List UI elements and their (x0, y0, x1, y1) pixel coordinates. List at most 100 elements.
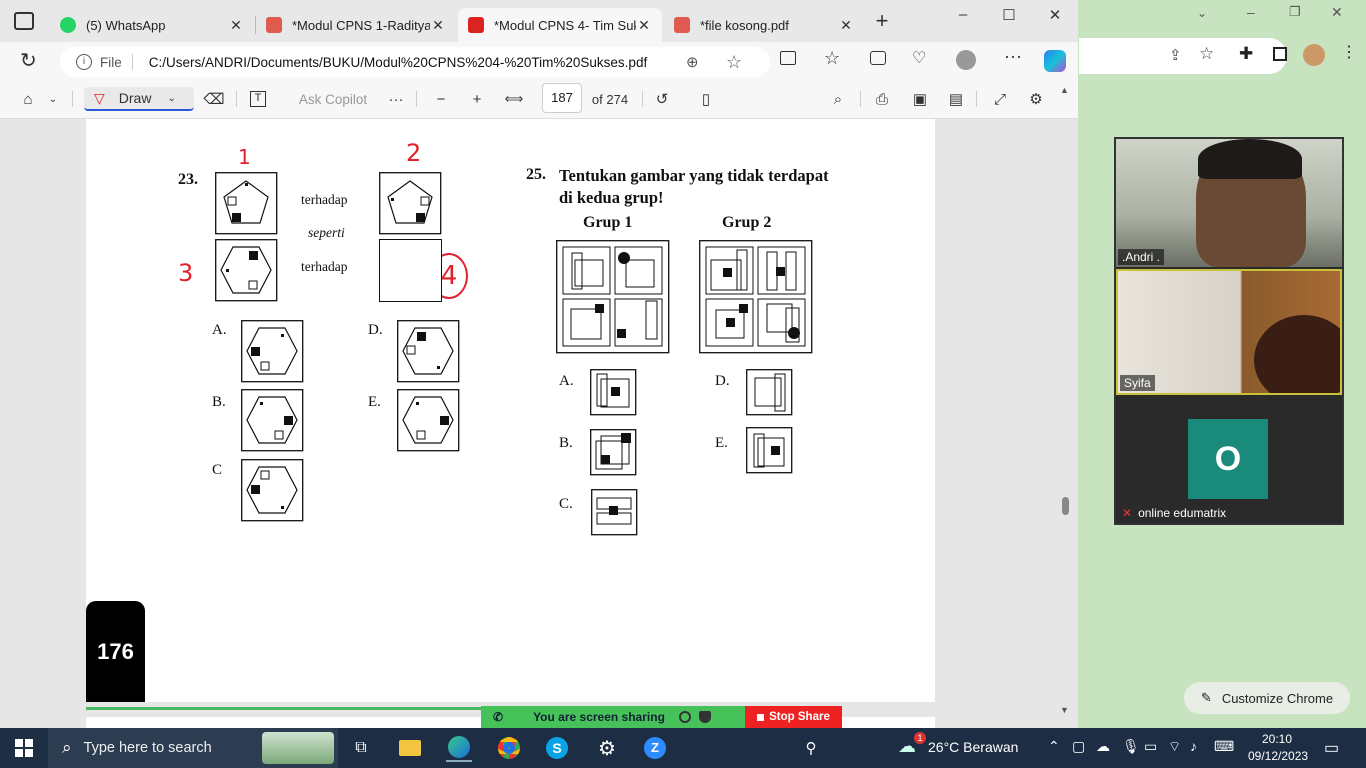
maximize-button[interactable]: ☐ (986, 6, 1032, 28)
page-number-input[interactable]: 187 (542, 83, 582, 113)
extensions-icon[interactable]: ✚ (1239, 44, 1253, 64)
language-icon[interactable]: ⌨ (1214, 738, 1234, 755)
pdf-viewer[interactable]: 23. 1 2 3 4 terhadap seperti terhadap A. (0, 119, 1078, 728)
minimize-button[interactable]: – (940, 6, 986, 28)
option-23-d-figure[interactable] (397, 320, 460, 383)
share-icon[interactable]: ⇪ (1169, 46, 1182, 64)
zoom-in-icon[interactable]: + (468, 87, 486, 111)
restore-button[interactable]: ❐ (1289, 4, 1301, 20)
page-view-icon[interactable]: ▯ (696, 87, 716, 111)
highlight-icon[interactable]: ⌂ (18, 87, 38, 111)
minimize-button[interactable]: – (1247, 4, 1255, 20)
address-bar[interactable]: i File C:/Users/ANDRI/Documents/BUKU/Mod… (60, 47, 770, 77)
wifi-icon[interactable]: ⌔ (1168, 738, 1181, 756)
file-explorer-icon[interactable] (397, 736, 423, 760)
close-window-button[interactable]: ✕ (1032, 6, 1078, 28)
info-icon: i (76, 54, 92, 70)
rotate-icon[interactable]: ↺ (652, 87, 672, 111)
tab-modul-cpns-1[interactable]: *Modul CPNS 1-Raditya P ✕ (256, 8, 456, 42)
minimize-button[interactable]: ⌄ (1197, 6, 1207, 20)
people-icon[interactable]: ⚲ (798, 736, 824, 760)
save-icon[interactable]: ▣ (910, 87, 930, 111)
task-view-icon[interactable]: ⧉ (348, 736, 374, 760)
microphone-icon[interactable]: 🎙 (1122, 738, 1140, 755)
option-25-d-figure[interactable] (746, 369, 793, 416)
favorites-icon[interactable]: ☆ (824, 48, 840, 69)
option-23-b-figure[interactable] (241, 389, 304, 452)
close-icon[interactable]: ✕ (430, 17, 446, 34)
edge-icon[interactable] (446, 734, 472, 762)
eraser-icon[interactable]: ⌫ (203, 87, 224, 111)
text-box-icon[interactable]: T (248, 87, 268, 111)
tab-whatsapp[interactable]: (5) WhatsApp ✕ (50, 8, 254, 42)
side-panel-icon[interactable] (1273, 47, 1287, 61)
page-number-badge: 176 (86, 601, 145, 702)
windows-start-icon[interactable] (12, 736, 36, 760)
scroll-up-arrow[interactable]: ▲ (1060, 85, 1069, 95)
participant-tile-syifa[interactable]: Syifa (1116, 269, 1342, 395)
chrome-icon[interactable] (496, 736, 522, 760)
address-bar[interactable] (1079, 38, 1287, 74)
tab-modul-cpns-4[interactable]: *Modul CPNS 4- Tim Suks ✕ (458, 8, 662, 42)
search-icon[interactable]: ⌕ (828, 87, 848, 111)
vertical-scrollbar[interactable]: ▲ ▼ (1058, 83, 1074, 723)
weather-widget[interactable]: ☁ 1 26°C Berawan (898, 732, 1018, 757)
chevron-down-icon[interactable]: ⌄ (46, 87, 60, 111)
zoom-app-icon[interactable]: Z (642, 736, 668, 760)
more-tools-icon[interactable]: ··· (386, 87, 406, 111)
favorite-star-icon[interactable]: ☆ (1199, 44, 1214, 64)
volume-icon[interactable]: ♪ (1190, 738, 1197, 754)
option-25-c-figure[interactable] (591, 489, 638, 536)
tab-actions-icon[interactable] (14, 12, 34, 30)
pdf-page: 23. 1 2 3 4 terhadap seperti terhadap A. (86, 119, 935, 702)
question-25-text-line2: di kedua grup! (559, 188, 664, 207)
ask-copilot-button[interactable]: Ask Copilot (296, 87, 370, 111)
battery-icon[interactable]: ▭ (1144, 738, 1157, 755)
draw-button[interactable]: ▽ Draw ⌄ (84, 87, 194, 111)
refresh-icon[interactable]: ↻ (20, 48, 37, 73)
favorite-star-icon[interactable]: ☆ (726, 52, 742, 73)
new-tab-button[interactable]: + (870, 10, 894, 34)
more-menu-icon[interactable]: ··· (1004, 46, 1022, 67)
settings-gear-icon[interactable]: ⚙ (594, 736, 620, 760)
chevron-up-icon[interactable]: ⌃ (1048, 738, 1060, 755)
tab-file-kosong[interactable]: *file kosong.pdf ✕ (664, 8, 864, 42)
browser-essentials-icon[interactable]: ♡ (912, 48, 926, 68)
option-25-b-figure[interactable] (590, 429, 637, 476)
scroll-down-arrow[interactable]: ▼ (1060, 705, 1069, 715)
option-25-a-figure[interactable] (590, 369, 637, 416)
notification-icon[interactable]: ▭ (1324, 738, 1339, 758)
more-menu-icon[interactable]: ⋮ (1341, 42, 1357, 62)
collections-icon[interactable] (870, 51, 886, 65)
camera-icon[interactable]: ▢ (1072, 738, 1085, 755)
close-window-button[interactable]: ✕ (1331, 4, 1343, 21)
scroll-thumb[interactable] (1062, 497, 1069, 515)
option-23-a-figure[interactable] (241, 320, 304, 383)
settings-gear-icon[interactable]: ⚙ (1026, 87, 1046, 111)
option-25-e-figure[interactable] (746, 427, 793, 474)
save-as-icon[interactable]: ▤ (946, 87, 966, 111)
clock-time[interactable]: 20:10 (1262, 732, 1292, 746)
print-icon[interactable]: ⎙ (872, 87, 892, 111)
fullscreen-icon[interactable]: ⤢ (990, 87, 1010, 111)
profile-avatar[interactable] (1303, 44, 1325, 66)
zoom-out-icon[interactable]: − (432, 87, 450, 111)
fit-page-icon[interactable]: ⟺ (504, 87, 524, 111)
split-screen-icon[interactable] (780, 51, 796, 65)
clock-date[interactable]: 09/12/2023 (1248, 749, 1308, 763)
participant-tile-andri[interactable]: .Andri . (1116, 139, 1342, 267)
taskbar-search-box[interactable]: ⌕ Type here to search (48, 728, 338, 768)
close-icon[interactable]: ✕ (838, 17, 854, 34)
onedrive-cloud-icon[interactable]: ☁ (1096, 738, 1110, 755)
profile-avatar[interactable] (956, 50, 976, 70)
option-23-e-figure[interactable] (397, 389, 460, 452)
close-icon[interactable]: ✕ (636, 17, 652, 34)
stop-share-button[interactable]: Stop Share (745, 706, 842, 728)
option-23-c-figure[interactable] (241, 459, 304, 522)
zoom-icon[interactable]: ⊕ (686, 53, 699, 71)
close-icon[interactable]: ✕ (228, 17, 244, 34)
participant-tile-edumatrix[interactable]: O ✕ online edumatrix (1116, 397, 1342, 523)
skype-icon[interactable]: S (544, 736, 570, 760)
copilot-icon[interactable] (1044, 50, 1066, 72)
customize-chrome-button[interactable]: ✎ Customize Chrome (1184, 682, 1350, 714)
